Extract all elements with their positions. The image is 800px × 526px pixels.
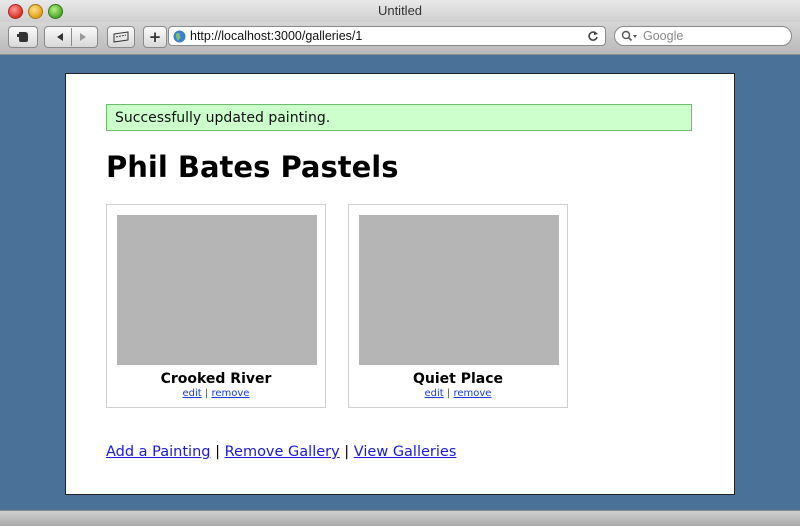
painting-actions: edit | remove bbox=[107, 388, 325, 399]
painting-image[interactable] bbox=[117, 215, 317, 365]
back-arrow-icon[interactable] bbox=[49, 31, 71, 43]
view-galleries-link[interactable]: View Galleries bbox=[354, 444, 457, 460]
add-tab-button[interactable]: + bbox=[143, 26, 167, 48]
page-title: Phil Bates Pastels bbox=[106, 150, 399, 184]
remove-painting-link[interactable]: remove bbox=[211, 388, 249, 399]
bookmark-icon bbox=[113, 31, 129, 43]
painting-name: Quiet Place bbox=[412, 371, 504, 387]
remove-gallery-link[interactable]: Remove Gallery bbox=[225, 444, 340, 460]
painting-actions: edit | remove bbox=[349, 388, 567, 399]
separator: | bbox=[215, 444, 220, 460]
add-painting-link[interactable]: Add a Painting bbox=[106, 444, 210, 460]
bookmarks-button[interactable] bbox=[107, 26, 135, 48]
page-content: Successfully updated painting. Phil Bate… bbox=[65, 73, 735, 495]
reload-icon[interactable] bbox=[587, 30, 599, 42]
forward-arrow-icon[interactable] bbox=[72, 31, 94, 43]
search-icon bbox=[621, 30, 637, 42]
url-text: http://localhost:3000/galleries/1 bbox=[190, 29, 363, 43]
status-bar bbox=[0, 510, 800, 526]
separator: | bbox=[344, 444, 350, 460]
elephant-icon bbox=[17, 32, 28, 42]
browser-toolbar: + http://localhost:3000/galleries/1 Goog… bbox=[0, 22, 800, 55]
globe-icon bbox=[173, 30, 186, 43]
separator: | bbox=[446, 388, 451, 399]
back-forward-group bbox=[44, 26, 98, 48]
painting-card: Quiet Place edit | remove bbox=[348, 204, 568, 408]
evernote-button[interactable] bbox=[8, 26, 38, 48]
painting-card: Crooked River edit | remove bbox=[106, 204, 326, 408]
remove-painting-link[interactable]: remove bbox=[453, 388, 491, 399]
separator: | bbox=[204, 388, 209, 399]
window-titlebar: Untitled bbox=[0, 0, 800, 23]
search-field[interactable]: Google bbox=[614, 26, 792, 46]
flash-notice: Successfully updated painting. bbox=[106, 104, 692, 131]
window-title: Untitled bbox=[377, 3, 423, 18]
address-bar[interactable]: http://localhost:3000/galleries/1 bbox=[168, 26, 606, 46]
painting-name: Crooked River bbox=[160, 371, 272, 387]
gallery-actions: Add a Painting | Remove Gallery | View G… bbox=[106, 444, 456, 460]
edit-painting-link[interactable]: edit bbox=[425, 388, 444, 399]
painting-image[interactable] bbox=[359, 215, 559, 365]
edit-painting-link[interactable]: edit bbox=[183, 388, 202, 399]
search-placeholder: Google bbox=[643, 29, 684, 43]
